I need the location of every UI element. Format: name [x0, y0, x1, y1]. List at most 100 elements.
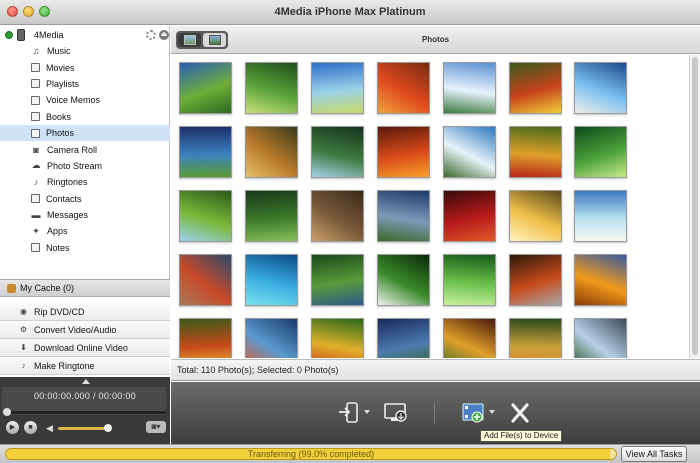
photo-thumbnail[interactable] — [509, 190, 562, 242]
player-seek-bar[interactable] — [4, 411, 166, 414]
photo-thumbnail[interactable] — [377, 254, 430, 306]
transfer-bar: Transferring (99.0% completed) View All … — [0, 444, 700, 463]
photo-thumbnail[interactable] — [245, 254, 298, 306]
photo-thumbnail[interactable] — [245, 126, 298, 178]
sidebar-item-books[interactable]: Books — [0, 109, 170, 125]
bell-icon: ♪ — [33, 177, 39, 188]
book-icon — [31, 112, 40, 122]
sidebar-item-voice-memos[interactable]: Voice Memos — [0, 92, 170, 108]
snapshot-camera-icon[interactable]: ◙▾ — [146, 421, 166, 433]
photo-thumbnail[interactable] — [377, 126, 430, 178]
photo-thumbnail[interactable] — [443, 254, 496, 306]
film-icon — [31, 63, 40, 73]
photo-thumbnail[interactable] — [311, 318, 364, 358]
tools-list: ◉ Rip DVD/CD ⚙ Convert Video/Audio ⬇ Downlo… — [0, 303, 170, 375]
add-dropdown-button[interactable] — [487, 402, 497, 424]
photo-thumbnail[interactable] — [245, 62, 298, 114]
volume-knob[interactable] — [104, 424, 112, 432]
convert-video-audio-button[interactable]: ⚙ Convert Video/Audio — [0, 321, 170, 339]
sidebar-item-ringtones[interactable]: ♪ Ringtones — [0, 174, 170, 190]
photo-thumbnail[interactable] — [245, 190, 298, 242]
tool-label: Rip DVD/CD — [34, 306, 85, 317]
sidebar-item-music[interactable]: ♫ Music — [0, 43, 170, 59]
toolbar-separator — [434, 402, 435, 424]
photo-thumbnail[interactable] — [311, 254, 364, 306]
photo-thumbnail[interactable] — [574, 190, 627, 242]
download-online-video-button[interactable]: ⬇ Download Online Video — [0, 339, 170, 357]
transfer-text: Transferring (99.0% completed) — [247, 449, 375, 459]
photo-thumbnail[interactable] — [245, 318, 298, 358]
grid-scrollbar[interactable] — [689, 55, 700, 358]
photo-thumbnail[interactable] — [311, 190, 364, 242]
photo-thumbnail[interactable] — [574, 318, 627, 358]
close-window-button[interactable] — [7, 6, 18, 17]
photo-thumbnail[interactable] — [311, 62, 364, 114]
photo-thumbnail[interactable] — [377, 190, 430, 242]
photo-thumbnail[interactable] — [443, 190, 496, 242]
delete-button[interactable] — [507, 402, 533, 424]
photo-thumbnail[interactable] — [509, 126, 562, 178]
sync-spinner-icon — [146, 30, 156, 40]
view-all-tasks-button[interactable]: View All Tasks — [621, 446, 687, 462]
minimize-window-button[interactable] — [23, 6, 34, 17]
sidebar-item-messages[interactable]: ▬ Messages — [0, 207, 170, 223]
sidebar-item-photos[interactable]: Photos — [0, 124, 170, 142]
sidebar-item-photo-stream[interactable]: ☁ Photo Stream — [0, 158, 170, 174]
photo-thumbnail[interactable] — [179, 254, 232, 306]
add-files-button[interactable] — [461, 402, 487, 424]
photo-thumbnail[interactable] — [179, 190, 232, 242]
make-ringtone-button[interactable]: ♪ Make Ringtone — [0, 357, 170, 375]
photo-thumbnail[interactable] — [311, 126, 364, 178]
photo-grid — [171, 55, 689, 358]
sidebar-item-label: Voice Memos — [46, 95, 101, 106]
photo-thumbnail[interactable] — [509, 254, 562, 306]
photo-thumbnail[interactable] — [443, 126, 496, 178]
photo-thumbnail[interactable] — [574, 62, 627, 114]
stop-icon[interactable]: ■ — [24, 421, 37, 434]
photo-thumbnail[interactable] — [443, 62, 496, 114]
play-icon[interactable]: ▶ — [6, 421, 19, 434]
photo-thumbnail[interactable] — [377, 62, 430, 114]
sidebar-item-label: Notes — [46, 242, 70, 253]
scrollbar-thumb[interactable] — [692, 57, 698, 355]
photo-thumbnail[interactable] — [179, 126, 232, 178]
export-to-itunes-button[interactable] — [383, 402, 409, 424]
sidebar-item-label: Contacts — [46, 193, 82, 204]
photo-thumbnail[interactable] — [509, 62, 562, 114]
photo-thumbnail[interactable] — [509, 318, 562, 358]
sidebar-item-movies[interactable]: Movies — [0, 59, 170, 75]
my-cache-item[interactable]: My Cache (0) — [0, 279, 170, 297]
export-dropdown-button[interactable] — [362, 402, 372, 424]
cache-label: My Cache (0) — [20, 283, 75, 293]
sidebar-item-apps[interactable]: ✦ Apps — [0, 223, 170, 239]
zoom-window-button[interactable] — [39, 6, 50, 17]
rip-dvd-cd-button[interactable]: ◉ Rip DVD/CD — [0, 303, 170, 321]
sidebar-item-label: Movies — [46, 62, 75, 73]
cache-icon — [7, 284, 16, 293]
photo-thumbnail[interactable] — [179, 318, 232, 358]
sidebar-item-contacts[interactable]: Contacts — [0, 191, 170, 207]
device-connected-icon — [5, 31, 13, 39]
photo-thumbnail[interactable] — [443, 318, 496, 358]
eject-icon[interactable]: ⏏ — [159, 30, 169, 40]
photo-thumbnail[interactable] — [574, 126, 627, 178]
sidebar-item-notes[interactable]: Notes — [0, 240, 170, 256]
sidebar-item-playlists[interactable]: Playlists — [0, 76, 170, 92]
title-bar: 4Media iPhone Max Platinum — [0, 0, 700, 25]
volume-slider[interactable] — [58, 427, 108, 430]
sidebar-item-label: Books — [46, 111, 72, 122]
seek-knob[interactable] — [3, 408, 11, 416]
expand-player-icon[interactable] — [82, 379, 90, 384]
photo-thumbnail[interactable] — [179, 62, 232, 114]
chevron-down-icon — [364, 410, 370, 414]
photo-thumbnail[interactable] — [377, 318, 430, 358]
device-row[interactable]: 4Media ⏏ — [0, 28, 170, 42]
sidebar-item-camera-roll[interactable]: ◙ Camera Roll — [0, 141, 170, 157]
tool-label: Make Ringtone — [34, 360, 95, 371]
convert-icon: ⚙ — [19, 325, 28, 334]
sidebar-nav: ♫ Music Movies Playlists Voice Memos Book… — [0, 43, 170, 256]
photo-stream-icon: ☁ — [31, 160, 41, 171]
export-to-computer-button[interactable] — [336, 402, 362, 424]
camera-icon: ◙ — [33, 144, 39, 155]
photo-thumbnail[interactable] — [574, 254, 627, 306]
